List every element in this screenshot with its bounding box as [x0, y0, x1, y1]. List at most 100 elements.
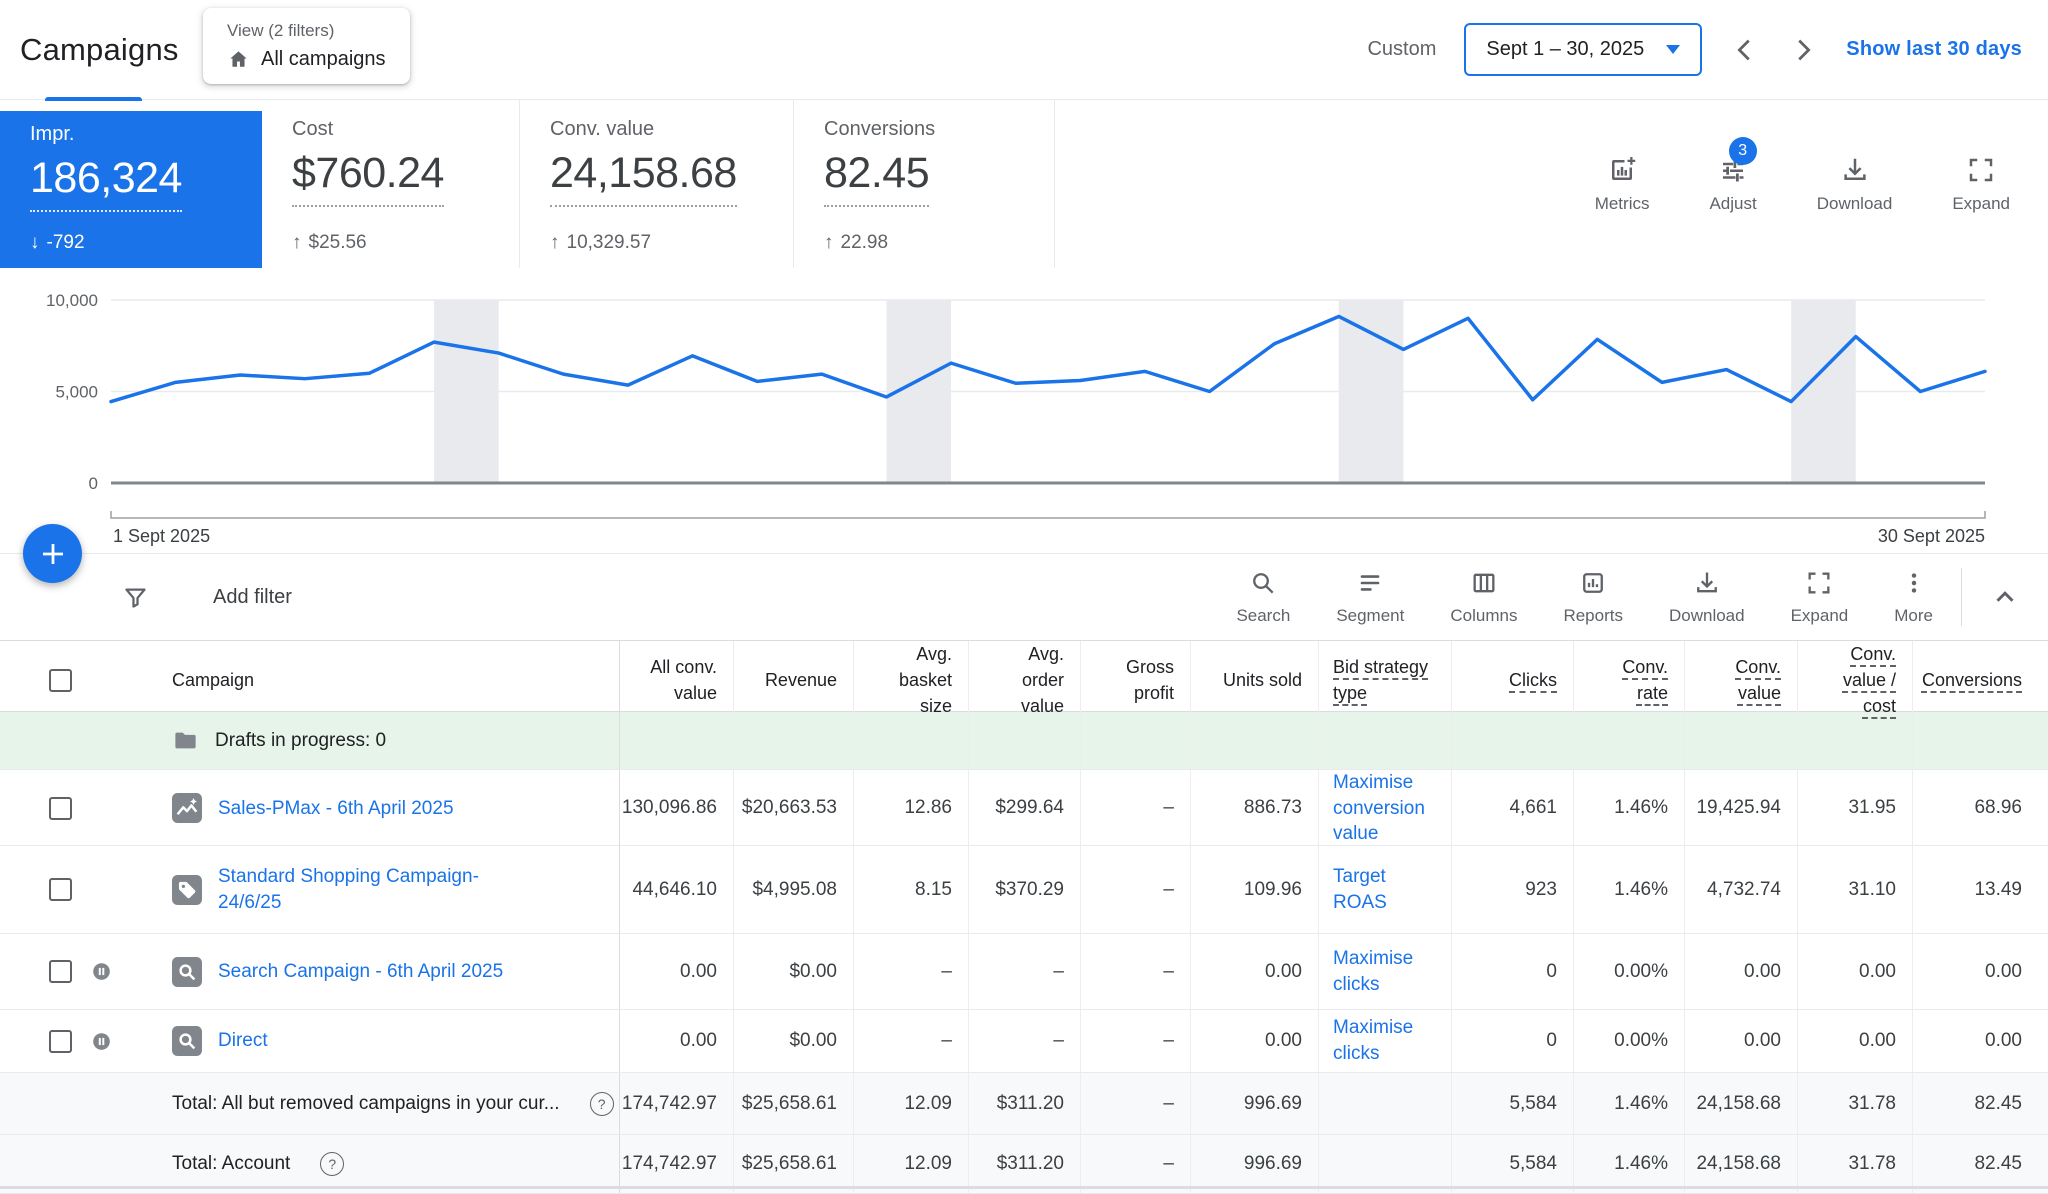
cell-conv_value_cost: 31.10 [1797, 846, 1912, 933]
scorecard-delta: ↑ 10,329.57 [550, 232, 793, 254]
row-checkbox[interactable] [49, 960, 72, 983]
toolbar-button-adjust[interactable]: Adjust3 [1709, 155, 1756, 214]
cell-avg_order_value: $311.20 [968, 1073, 1080, 1134]
add-filter-button[interactable]: Add filter [213, 586, 292, 609]
toolbar-button-metrics[interactable]: Metrics [1595, 155, 1650, 214]
campaign-link[interactable]: Search Campaign - 6th April 2025 [218, 959, 503, 984]
column-header-avg-basket-size[interactable]: Avg. basket size [853, 641, 968, 719]
bid-strategy-link[interactable]: Maximise clicks [1333, 946, 1435, 997]
cell-conversions [1912, 712, 2038, 769]
row-checkbox[interactable] [49, 1030, 72, 1053]
scorecard-cost[interactable]: Cost$760.24↑$25.56 [262, 100, 520, 268]
previous-period-button[interactable] [1730, 35, 1760, 65]
column-header-conv-rate[interactable]: Conv. rate [1573, 641, 1684, 719]
row-checkbox[interactable] [49, 878, 72, 901]
view-filters-label: View (2 filters) [227, 21, 386, 41]
x-axis-end-label: 30 Sept 2025 [1878, 526, 1985, 546]
toolbar-button-label: Metrics [1595, 194, 1650, 214]
filter-funnel-icon[interactable] [122, 584, 149, 611]
campaign-link[interactable]: Standard Shopping Campaign-24/6/25 [218, 864, 506, 914]
bid-strategy-link[interactable]: Maximise clicks [1333, 1015, 1435, 1066]
toolbar-button-more[interactable]: More [1894, 569, 1933, 626]
show-last-30-days-link[interactable]: Show last 30 days [1846, 38, 2022, 61]
checkbox-cell [0, 934, 88, 1009]
row-checkbox[interactable] [49, 669, 72, 692]
cell-conv_rate [1573, 712, 1684, 769]
bid-strategy-link[interactable]: Target ROAS [1333, 864, 1435, 915]
scorecard-conversions[interactable]: Conversions82.45↑22.98 [794, 100, 1055, 268]
cell-bid_strategy: Maximise clicks [1318, 1010, 1451, 1072]
drafts-group-row[interactable]: Drafts in progress: 0 [0, 712, 2048, 770]
column-header-revenue[interactable]: Revenue [733, 641, 853, 719]
view-filter-card[interactable]: View (2 filters) All campaigns [203, 8, 410, 84]
scorecard-delta: ↑$25.56 [292, 232, 519, 254]
cell-revenue: $20,663.53 [733, 770, 853, 847]
column-header-label: Avg. order value [985, 641, 1064, 719]
toolbar-button-expand[interactable]: Expand [1791, 569, 1849, 626]
download-icon [1693, 569, 1721, 597]
toolbar-button-download[interactable]: Download [1817, 155, 1893, 214]
cell-bid_strategy: Maximise conversion value [1318, 770, 1451, 847]
column-header-units-sold[interactable]: Units sold [1190, 641, 1318, 719]
campaign-link[interactable]: Sales-PMax - 6th April 2025 [218, 796, 454, 821]
scorecard-conv-value[interactable]: Conv. value24,158.68↑10,329.57 [520, 100, 794, 268]
scorecard-value: 186,324 [30, 154, 182, 212]
toolbar-button-label: Download [1669, 606, 1745, 626]
cell-conversions: 68.96 [1912, 770, 2038, 847]
help-icon[interactable]: ? [590, 1092, 614, 1116]
campaigns-table: Campaign All conv. value RevenueAvg. baske… [0, 640, 2048, 1194]
row-checkbox[interactable] [49, 797, 72, 820]
campaign-link[interactable]: Direct [218, 1028, 268, 1053]
toolbar-button-segment[interactable]: Segment [1336, 569, 1404, 626]
status-cell [88, 712, 138, 769]
arrow-up-icon: ↑ [824, 232, 834, 254]
cell-clicks: 5,584 [1451, 1073, 1573, 1134]
timeline-scrubber[interactable] [111, 511, 1985, 518]
scorecard-toolbar: Metrics Adjust3 Download Expand [1595, 100, 2048, 268]
toolbar-button-columns[interactable]: Columns [1450, 569, 1517, 626]
column-header-label: Bid strategy type [1333, 654, 1435, 706]
column-header-label: All conv. value [636, 654, 717, 706]
table-row: Search Campaign - 6th April 20250.00$0.0… [0, 934, 2048, 1010]
cell-conv_value [1684, 712, 1797, 769]
help-icon[interactable]: ? [320, 1152, 344, 1176]
page-title: Campaigns [20, 32, 179, 68]
status-cell [88, 934, 138, 1009]
scorecard-delta-value: 10,329.57 [567, 232, 652, 254]
bid-strategy-link[interactable]: Maximise conversion value [1333, 770, 1435, 847]
scorecard-impr[interactable]: Impr.186,324↓-792 [0, 111, 262, 268]
cell-conv_rate: 1.46% [1573, 1135, 1684, 1193]
performance-max-campaign-icon [172, 793, 202, 823]
status-cell [88, 1073, 138, 1134]
toolbar-button-expand[interactable]: Expand [1952, 155, 2010, 214]
collapse-table-button[interactable] [1990, 582, 2020, 612]
column-header-all-conv-value[interactable]: All conv. value [620, 641, 733, 719]
column-header-conv-value[interactable]: Conv. value [1684, 641, 1797, 719]
toolbar-button-reports[interactable]: Reports [1563, 569, 1623, 626]
cell-avg_order_value: $370.29 [968, 846, 1080, 933]
toolbar-button-label: Segment [1336, 606, 1404, 626]
cell-avg_order_value: $299.64 [968, 770, 1080, 847]
status-paused-icon[interactable] [91, 961, 112, 982]
status-paused-icon[interactable] [91, 1031, 112, 1052]
status-cell [88, 846, 138, 933]
column-header-clicks[interactable]: Clicks [1451, 641, 1573, 719]
campaign-column-header[interactable]: Campaign [138, 641, 620, 719]
date-range-picker[interactable]: Sept 1 – 30, 2025 [1464, 23, 1702, 76]
column-header-bid-strategy-type[interactable]: Bid strategy type [1318, 641, 1451, 719]
column-header-avg-order-value[interactable]: Avg. order value [968, 641, 1080, 719]
cell-revenue [733, 712, 853, 769]
download-icon [1840, 155, 1870, 185]
scorecard-delta: ↓-792 [30, 232, 262, 254]
column-header-gross-profit[interactable]: Gross profit [1080, 641, 1190, 719]
checkbox-cell [0, 770, 88, 847]
column-header-conv-value-cost[interactable]: Conv. value / cost [1797, 641, 1912, 719]
column-header-conversions[interactable]: Conversions [1912, 641, 2038, 719]
toolbar-button-search[interactable]: Search [1236, 569, 1290, 626]
cell-units_sold: 996.69 [1190, 1135, 1318, 1193]
arrow-up-icon: ↑ [550, 232, 560, 254]
next-period-button[interactable] [1788, 35, 1818, 65]
add-campaign-button[interactable] [23, 524, 82, 583]
scorecard-label: Conversions [824, 118, 1054, 141]
toolbar-button-download[interactable]: Download [1669, 569, 1745, 626]
